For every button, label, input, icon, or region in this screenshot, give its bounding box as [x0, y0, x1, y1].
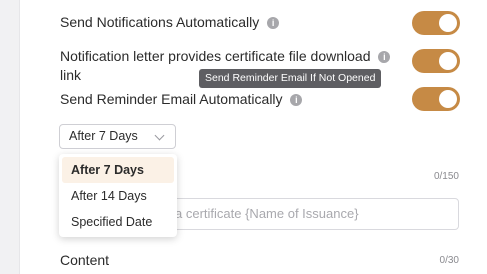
toggle-knob: [439, 14, 457, 32]
content-char-counter: 0/30: [439, 255, 459, 266]
dropdown-option[interactable]: After 7 Days: [62, 157, 174, 183]
certificate-download-label: Notification letter provides certificate…: [60, 48, 371, 64]
info-icon[interactable]: i: [267, 17, 280, 29]
dropdown-option[interactable]: Specified Date: [62, 209, 174, 235]
send-reminder-label: Send Reminder Email Automatically: [60, 91, 283, 107]
certificate-download-label-line2: link: [60, 67, 82, 83]
info-icon[interactable]: i: [290, 94, 303, 106]
send-notifications-toggle[interactable]: [412, 11, 460, 35]
reminder-delay-value: After 7 Days: [69, 129, 138, 143]
certificate-download-toggle[interactable]: [412, 49, 460, 73]
toggle-knob: [439, 52, 457, 70]
certificate-download-row: Notification letter provides certificate…: [60, 47, 391, 66]
send-reminder-row: Send Reminder Email Automatically i: [60, 90, 303, 109]
reminder-delay-dropdown: After 7 Days After 14 Days Specified Dat…: [59, 154, 177, 237]
send-reminder-toggle[interactable]: [412, 87, 460, 111]
certificate-download-row-line2: link: [60, 66, 81, 85]
info-icon[interactable]: i: [378, 51, 391, 63]
send-notifications-row: Send Notifications Automatically i: [60, 13, 280, 32]
dropdown-option[interactable]: After 14 Days: [62, 183, 174, 209]
notification-settings-panel: Send Notifications Automatically i Notif…: [0, 0, 487, 274]
content-section-title: Content: [60, 252, 110, 268]
send-notifications-label: Send Notifications Automatically: [60, 14, 260, 30]
reminder-delay-select[interactable]: After 7 Days: [59, 124, 176, 149]
toggle-knob: [439, 90, 457, 108]
subject-char-counter: 0/150: [433, 171, 459, 182]
left-sidebar-edge: [0, 0, 20, 274]
reminder-tooltip: Send Reminder Email If Not Opened: [199, 69, 382, 88]
chevron-down-icon: [154, 130, 165, 141]
